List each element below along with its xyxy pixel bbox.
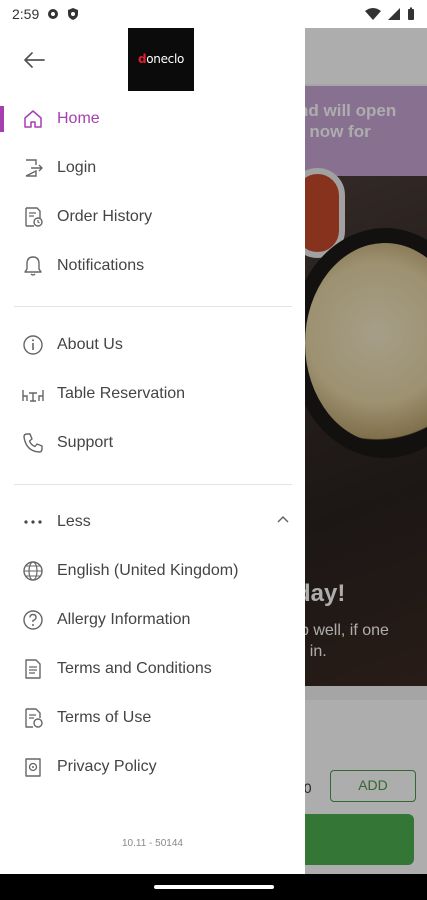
table-icon bbox=[22, 390, 44, 402]
menu-item-allergy-information[interactable]: Allergy Information bbox=[0, 599, 305, 643]
menu-item-label: Privacy Policy bbox=[57, 758, 157, 775]
chevron-up-icon bbox=[277, 515, 289, 523]
menu-item-label: Table Reservation bbox=[57, 385, 186, 402]
question-icon bbox=[23, 610, 43, 630]
app-version: 10.11 - 50144 bbox=[122, 838, 183, 849]
less-toggle[interactable]: Less bbox=[0, 501, 305, 545]
navigation-drawer: doneclo Home Login Order History Notific… bbox=[0, 27, 305, 874]
menu-item-label: English (United Kingdom) bbox=[57, 562, 239, 579]
menu-item-label: Allergy Information bbox=[57, 611, 191, 628]
menu-item-label: Notifications bbox=[57, 257, 145, 274]
brand-logo: doneclo bbox=[128, 27, 194, 91]
status-bar: 2:59 bbox=[0, 0, 427, 28]
menu-item-about-us[interactable]: About Us bbox=[0, 324, 305, 368]
home-icon bbox=[24, 110, 42, 128]
menu-item-label: Home bbox=[57, 110, 100, 127]
menu-item-label: About Us bbox=[57, 336, 123, 353]
receipt-icon bbox=[25, 207, 43, 227]
gear-icon bbox=[48, 9, 58, 19]
home-gesture-handle[interactable] bbox=[154, 885, 274, 889]
more-dots-icon bbox=[24, 520, 42, 524]
document-check-icon bbox=[25, 708, 43, 728]
menu-item-support[interactable]: Support bbox=[0, 422, 305, 466]
menu-item-label: Support bbox=[57, 434, 114, 451]
menu-item-label: Login bbox=[57, 159, 97, 176]
logo-wordmark: oneclo bbox=[146, 52, 185, 66]
menu-item-login[interactable]: Login bbox=[0, 147, 305, 191]
document-icon bbox=[25, 659, 41, 679]
menu-item-terms-of-use[interactable]: Terms of Use bbox=[0, 697, 305, 741]
info-icon bbox=[23, 335, 43, 355]
drawer-header: doneclo bbox=[0, 27, 305, 92]
menu-item-label: Terms of Use bbox=[57, 709, 152, 726]
bell-icon bbox=[24, 256, 42, 276]
menu-item-language[interactable]: English (United Kingdom) bbox=[0, 550, 305, 594]
menu-item-label: Order History bbox=[57, 208, 153, 225]
battery-icon bbox=[408, 7, 414, 20]
menu-item-table-reservation[interactable]: Table Reservation bbox=[0, 373, 305, 417]
divider bbox=[14, 484, 292, 485]
divider bbox=[14, 306, 292, 307]
menu-item-terms-and-conditions[interactable]: Terms and Conditions bbox=[0, 648, 305, 692]
system-navigation-bar bbox=[0, 874, 427, 900]
phone-icon bbox=[23, 433, 43, 453]
globe-icon bbox=[23, 561, 43, 581]
privacy-icon bbox=[25, 758, 41, 777]
arrow-left-icon bbox=[24, 52, 45, 68]
login-icon bbox=[25, 159, 43, 177]
signal-icon bbox=[388, 8, 400, 20]
menu-item-privacy-policy[interactable]: Privacy Policy bbox=[0, 746, 305, 790]
menu-item-home[interactable]: Home bbox=[0, 98, 305, 142]
back-button[interactable] bbox=[20, 46, 48, 74]
logo-mark: d bbox=[137, 52, 147, 66]
shield-icon bbox=[68, 8, 78, 20]
wifi-icon bbox=[365, 8, 381, 20]
menu-item-order-history[interactable]: Order History bbox=[0, 196, 305, 240]
menu-item-notifications[interactable]: Notifications bbox=[0, 245, 305, 289]
status-time: 2:59 bbox=[12, 6, 40, 22]
active-indicator bbox=[0, 106, 4, 132]
menu-item-label: Terms and Conditions bbox=[57, 660, 212, 677]
less-label: Less bbox=[57, 513, 91, 530]
